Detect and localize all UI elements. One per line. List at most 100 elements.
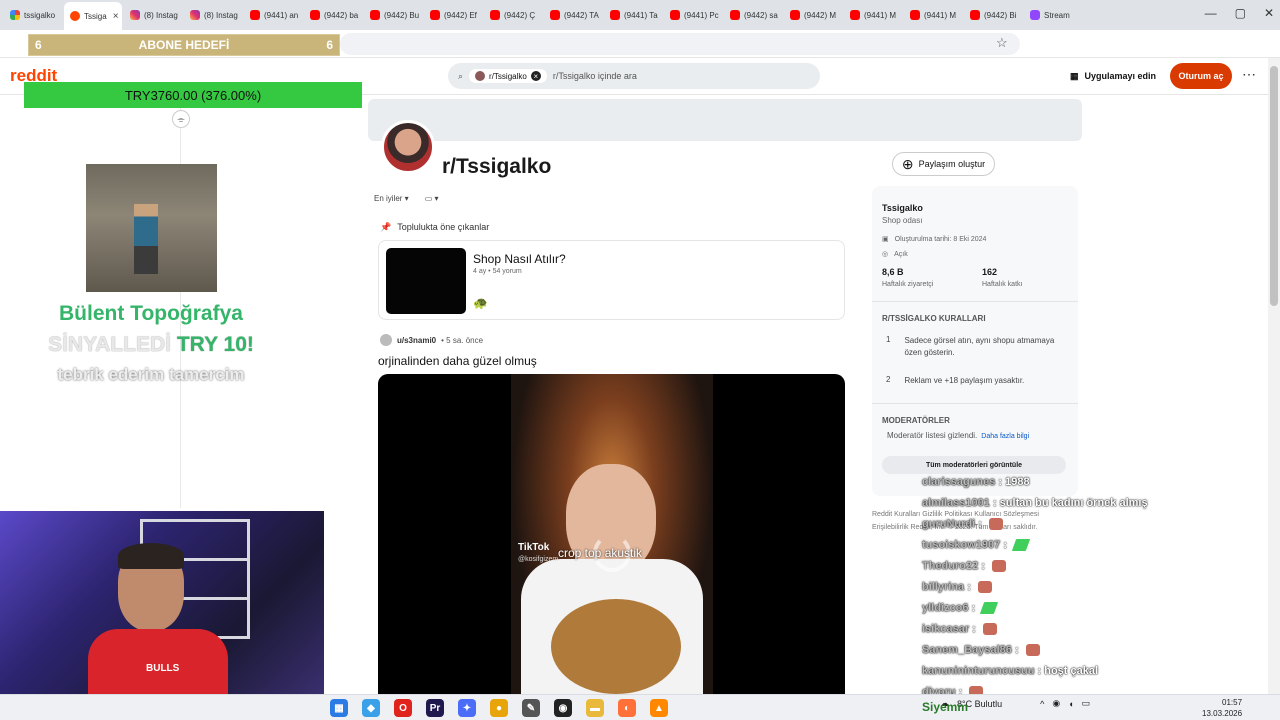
view-toggle[interactable]: ▭ ▾ [425,194,439,203]
browser-tab[interactable]: Stream [1024,3,1082,27]
browser-tab[interactable]: (9441) an [244,3,302,27]
card-view-icon: ▭ [424,194,433,203]
scrollbar-thumb[interactable] [1270,66,1278,306]
chat-username[interactable]: Sanem_Baysal86 [922,644,1012,656]
chrome-icon[interactable]: ● [490,699,508,717]
chip-clear-icon[interactable]: × [530,71,541,81]
chat-username[interactable]: guruNurdi [922,518,975,530]
tab-label: (9442) M [804,10,837,20]
tab-label: (9442) Ç [504,10,536,20]
subreddit-avatar [381,120,435,174]
chat-username[interactable]: kanunininturuncusuu [922,665,1034,677]
chat-username[interactable]: billyrina [922,581,964,593]
user-avatar[interactable] [380,334,392,346]
chat-message: kanunininturuncusuu : hoşt çakal [922,661,1182,682]
sort-dropdown[interactable]: En iyiler ▾ [374,194,409,203]
browser-tab[interactable]: tssigalko [4,3,62,27]
turtle-icon: 🐢 [473,296,488,310]
chat-separator: : [1034,665,1045,677]
more-options-icon[interactable]: ⋯ [1242,66,1256,83]
search-bar[interactable]: ⌕ r/Tssigalko × r/Tssigalko içinde ara [448,63,820,89]
browser-tab[interactable]: (9441) Ta [604,3,662,27]
tiktok-user: @kosifgizem [518,556,559,563]
bookmark-star-icon[interactable]: ☆ [996,35,1008,51]
chat-emote-icon [980,602,999,615]
close-window-icon[interactable]: ✕ [1264,6,1274,20]
browser-tab[interactable]: (9442) ba [304,3,362,27]
network-icon[interactable]: ◉ [1052,698,1060,709]
page-scrollbar[interactable] [1268,58,1280,694]
youtube-icon [550,10,560,20]
opera-icon[interactable]: O [394,699,412,717]
stat-visitors-label: Haftalık ziyaretçi [882,281,934,288]
subscriber-goal-bar: 6 ABONE HEDEFİ 6 [28,34,340,56]
youtube-icon [370,10,380,20]
learn-more-link[interactable]: Daha fazla bilgi [981,433,1029,440]
taskbar-clock[interactable]: 01:57 13.03.2026 [1202,697,1242,719]
browser-tab[interactable]: (9442) Ç [484,3,542,27]
chat-emote-icon [1025,644,1040,657]
chat-message: guruNurdi : [922,514,1182,535]
browser-tab[interactable]: (9441) M [904,3,962,27]
community-highlights-header: 📌 Toplulukta öne çıkanlar [380,222,489,233]
post-title[interactable]: orjinalinden daha güzel olmuş [378,354,537,368]
instagram-icon [190,10,200,20]
subreddit-search-chip[interactable]: r/Tssigalko × [469,69,547,83]
get-app-button[interactable]: ▦ Uygulamayı edin [1062,63,1164,89]
battery-icon[interactable]: ▭ [1082,698,1091,709]
url-field[interactable] [340,33,1020,55]
chat-username[interactable]: isikcasar [922,623,969,635]
start-icon[interactable]: ▦ [330,699,348,717]
firefox-icon[interactable]: ◐ [618,699,636,717]
post-author[interactable]: u/s3nami0 [397,336,436,345]
browser-tab[interactable]: (9441) M [844,3,902,27]
browser-tab[interactable]: (9442) TA [544,3,602,27]
vlc-icon[interactable]: ▲ [650,699,668,717]
get-app-label: Uygulamayı edin [1084,71,1157,81]
browser-tab[interactable]: (9441) Pc [664,3,722,27]
chat-separator: : [1011,644,1022,656]
browser-tab[interactable]: (9442) Ef [424,3,482,27]
restore-icon[interactable]: ▢ [1235,6,1246,20]
tab-label: (9442) Ef [444,10,477,20]
tray-chevron-icon[interactable]: ^ [1040,699,1044,709]
chat-text: sultan bu kadını örnek almış [999,497,1148,509]
close-tab-icon[interactable]: × [113,11,119,22]
chat-username[interactable]: almilass1001 [922,497,990,509]
obs-icon[interactable]: ◉ [554,699,572,717]
chat-separator: : [969,623,979,635]
chat-username[interactable]: tusoiskow1907 [922,539,1000,551]
browser-tab[interactable]: (9442) sa [724,3,782,27]
pinned-post-card[interactable]: Shop Nasıl Atılır? 4 ay • 54 yorum 🐢 [378,240,845,320]
login-button[interactable]: Oturum aç [1170,63,1232,89]
youtube-icon [670,10,680,20]
pinned-meta: 4 ay • 54 yorum [473,268,522,275]
post-video[interactable]: TikTok @kosifgizem crop top akustik [378,374,845,694]
browser-tab[interactable]: (9442) Bi [964,3,1022,27]
folder-icon[interactable]: ▬ [586,699,604,717]
tab-label: (9442) TA [564,10,599,20]
browser-tab[interactable]: (9442) M [784,3,842,27]
chat-username[interactable]: ylldizco6 [922,602,968,614]
app-icon[interactable]: ✦ [458,699,476,717]
volume-icon[interactable]: ◖ [1068,699,1073,709]
tab-label: (9441) M [864,10,897,20]
chat-username[interactable]: clarissagunes [922,476,995,488]
chat-message: isikcasar : [922,619,1182,640]
alert-message: tebrik ederim tamercim [57,365,245,384]
tool-icon[interactable]: ✎ [522,699,540,717]
rule-item[interactable]: 2 Reklam ve +18 paylaşım yasaktır. [886,375,1054,387]
chat-username[interactable]: Theduro22 [922,560,978,572]
tab-label: tssigalko [24,10,56,20]
minimize-icon[interactable]: — [1205,6,1217,20]
browser-tab[interactable]: (9442) Bu [364,3,422,27]
rule-item[interactable]: 1 Sadece görsel atın, aynı shopu atmamay… [886,335,1054,359]
create-post-button[interactable]: ⊕ Paylaşım oluştur [892,152,995,176]
premiere-icon[interactable]: Pr [426,699,444,717]
chat-separator: : [989,497,1000,509]
browser-tab[interactable]: (8) Instag [124,3,182,27]
chat-separator: : [995,476,1006,488]
explorer-icon[interactable]: ◆ [362,699,380,717]
browser-tab[interactable]: (8) Instag [184,3,242,27]
browser-tab[interactable]: Tssiga × [64,2,122,30]
